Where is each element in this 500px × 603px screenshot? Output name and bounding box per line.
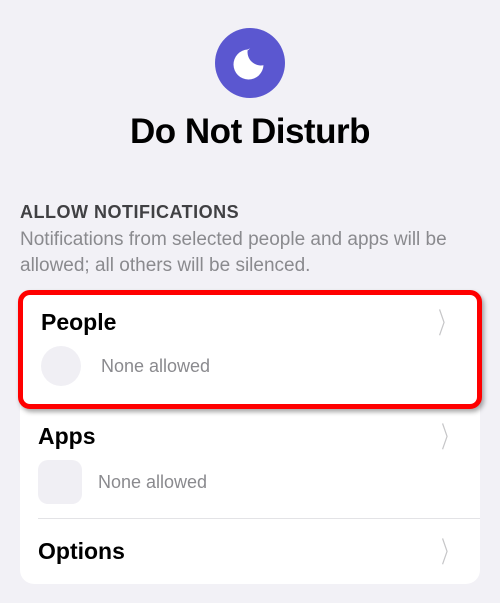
people-label: People [41, 309, 116, 336]
page-title: Do Not Disturb [0, 112, 500, 152]
options-label: Options [38, 538, 125, 565]
apps-subtext: None allowed [98, 472, 207, 493]
chevron-right-icon: 〉 [441, 422, 457, 451]
chevron-right-icon: 〉 [438, 308, 454, 337]
people-row[interactable]: People 〉 None allowed [23, 295, 477, 404]
avatar-placeholder [41, 346, 81, 386]
apps-row[interactable]: Apps 〉 None allowed [20, 409, 480, 518]
focus-header: Do Not Disturb [0, 0, 500, 202]
moon-icon [215, 28, 285, 98]
allow-notifications-section: Allow Notifications Notifications from s… [0, 202, 500, 584]
section-description: Notifications from selected people and a… [20, 227, 480, 278]
app-icon-placeholder [38, 460, 82, 504]
settings-list: People 〉 None allowed Apps 〉 None allowe… [20, 290, 480, 584]
chevron-right-icon: 〉 [441, 537, 457, 566]
people-subtext: None allowed [101, 356, 210, 377]
apps-label: Apps [38, 423, 96, 450]
options-row[interactable]: Options 〉 [20, 519, 480, 584]
section-header: Allow Notifications [20, 202, 480, 223]
people-row-highlight: People 〉 None allowed [18, 290, 482, 409]
